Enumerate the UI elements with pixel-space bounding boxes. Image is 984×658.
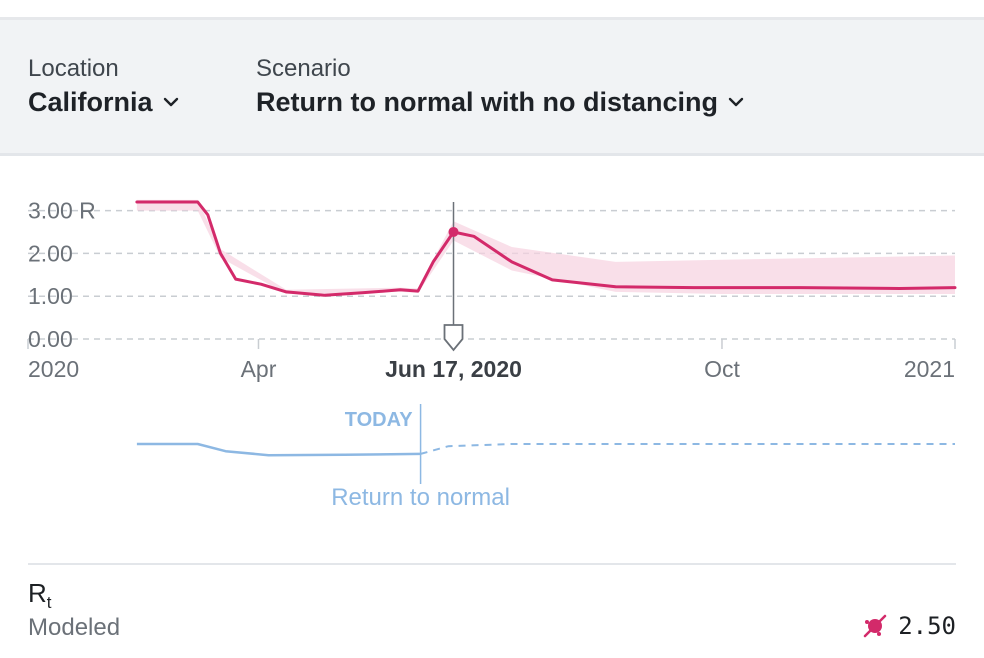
location-selector[interactable]: Location California	[28, 54, 181, 120]
x-tick-label: 2021	[904, 356, 955, 382]
metric-symbol: R	[28, 578, 47, 608]
y-tick-label: 0.00	[28, 326, 73, 352]
chevron-down-icon	[728, 97, 744, 107]
y-tick-label: 3.00 R	[28, 198, 96, 224]
scenario-dropdown[interactable]: Return to normal with no distancing	[256, 84, 746, 120]
scenario-annotation: Return to normal	[331, 484, 510, 511]
hover-date-label: Jun 17, 2020	[385, 356, 522, 382]
divider	[28, 563, 956, 565]
chevron-down-icon	[163, 97, 178, 107]
x-tick-label: 2020	[28, 356, 79, 382]
location-value: California	[28, 87, 153, 117]
scenario-selector[interactable]: Scenario Return to normal with no distan…	[256, 54, 746, 120]
filter-bar: Location California Scenario Return to n…	[0, 20, 984, 156]
rt-chart[interactable]: 3.00 R 2.00 1.00 0.00 2020 Apr Oct 2021 Jun 17, …	[0, 159, 984, 559]
x-tick-label: Apr	[241, 356, 277, 382]
today-label: TODAY	[345, 409, 413, 431]
metric-title: Rt	[28, 578, 52, 613]
virus-icon	[863, 614, 887, 638]
scenario-label: Scenario	[256, 55, 351, 82]
distancing-projection-line	[420, 443, 955, 455]
y-tick-label: 2.00	[28, 240, 73, 266]
hover-point	[448, 226, 459, 237]
location-dropdown[interactable]: California	[28, 84, 181, 120]
metric-subscript: t	[46, 593, 52, 613]
y-tick-label: 1.00	[28, 283, 73, 309]
location-label: Location	[28, 55, 119, 82]
confidence-band	[136, 199, 955, 294]
x-tick-label: Oct	[704, 356, 740, 382]
hover-handle	[443, 324, 464, 352]
scenario-value: Return to normal with no distancing	[256, 87, 718, 117]
top-border	[0, 0, 984, 20]
metric-value-group: 2.50	[862, 612, 956, 640]
distancing-history-line	[136, 442, 421, 457]
metric-value: 2.50	[898, 612, 956, 640]
metric-caption: Modeled	[28, 614, 121, 641]
